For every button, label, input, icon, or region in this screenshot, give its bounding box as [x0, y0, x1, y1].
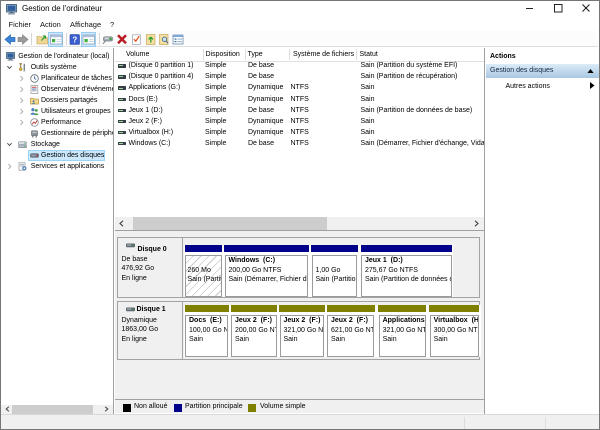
svg-text:?: ?	[72, 35, 77, 44]
